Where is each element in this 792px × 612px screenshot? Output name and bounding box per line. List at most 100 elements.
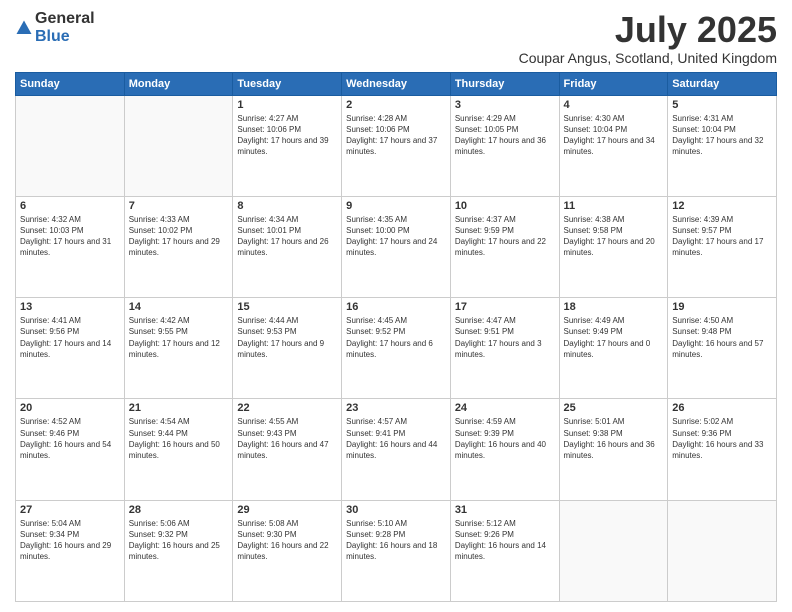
calendar-cell: 29 Sunrise: 5:08 AM Sunset: 9:30 PM Dayli… bbox=[233, 500, 342, 601]
day-number: 19 bbox=[672, 301, 772, 313]
day-info: Sunrise: 4:28 AM Sunset: 10:06 PM Daylig… bbox=[346, 113, 446, 158]
day-number: 24 bbox=[455, 402, 555, 414]
day-number: 21 bbox=[129, 402, 229, 414]
day-info: Sunrise: 5:12 AM Sunset: 9:26 PM Dayligh… bbox=[455, 518, 555, 563]
calendar-cell: 25 Sunrise: 5:01 AM Sunset: 9:38 PM Dayli… bbox=[559, 399, 668, 500]
col-header-thursday: Thursday bbox=[450, 72, 559, 95]
calendar-cell bbox=[124, 95, 233, 196]
day-number: 28 bbox=[129, 504, 229, 516]
day-info: Sunrise: 5:04 AM Sunset: 9:34 PM Dayligh… bbox=[20, 518, 120, 563]
calendar-cell: 8Sunrise: 4:34 AM Sunset: 10:01 PM Dayli… bbox=[233, 196, 342, 297]
calendar-cell: 16Sunrise: 4:45 AM Sunset: 9:52 PM Dayli… bbox=[342, 298, 451, 399]
day-number: 12 bbox=[672, 200, 772, 212]
day-info: Sunrise: 4:30 AM Sunset: 10:04 PM Daylig… bbox=[564, 113, 664, 158]
calendar-header-row: SundayMondayTuesdayWednesdayThursdayFrid… bbox=[16, 72, 777, 95]
month-title: July 2025 bbox=[519, 10, 777, 50]
day-number: 2 bbox=[346, 99, 446, 111]
day-info: Sunrise: 5:06 AM Sunset: 9:32 PM Dayligh… bbox=[129, 518, 229, 563]
calendar-cell: 13 Sunrise: 4:41 AM Sunset: 9:56 PM Dayli… bbox=[16, 298, 125, 399]
day-info: Sunrise: 4:59 AM Sunset: 9:39 PM Dayligh… bbox=[455, 416, 555, 461]
day-number: 17 bbox=[455, 301, 555, 313]
calendar-cell: 15 Sunrise: 4:44 AM Sunset: 9:53 PM Dayli… bbox=[233, 298, 342, 399]
day-info: Sunrise: 4:49 AM Sunset: 9:49 PM Dayligh… bbox=[564, 315, 664, 360]
day-info: Sunrise: 5:01 AM Sunset: 9:38 PM Dayligh… bbox=[564, 416, 664, 461]
day-number: 1 bbox=[237, 99, 337, 111]
col-header-sunday: Sunday bbox=[16, 72, 125, 95]
col-header-wednesday: Wednesday bbox=[342, 72, 451, 95]
calendar-cell: 5Sunrise: 4:31 AM Sunset: 10:04 PM Dayli… bbox=[668, 95, 777, 196]
day-info: Sunrise: 4:44 AM Sunset: 9:53 PM Dayligh… bbox=[237, 315, 337, 360]
day-number: 18 bbox=[564, 301, 664, 313]
day-info: Sunrise: 4:38 AM Sunset: 9:58 PM Dayligh… bbox=[564, 214, 664, 259]
day-info: Sunrise: 4:27 AM Sunset: 10:06 PM Daylig… bbox=[237, 113, 337, 158]
day-info: Sunrise: 4:45 AM Sunset: 9:52 PM Dayligh… bbox=[346, 315, 446, 360]
day-info: Sunrise: 4:33 AM Sunset: 10:02 PM Daylig… bbox=[129, 214, 229, 259]
day-number: 13 bbox=[20, 301, 120, 313]
day-number: 7 bbox=[129, 200, 229, 212]
calendar-cell: 6 Sunrise: 4:32 AM Sunset: 10:03 PM Dayli… bbox=[16, 196, 125, 297]
logo-general: General bbox=[35, 10, 95, 28]
calendar-cell: 1 Sunrise: 4:27 AM Sunset: 10:06 PM Dayli… bbox=[233, 95, 342, 196]
calendar-cell: 12Sunrise: 4:39 AM Sunset: 9:57 PM Dayli… bbox=[668, 196, 777, 297]
calendar-cell: 11Sunrise: 4:38 AM Sunset: 9:58 PM Dayli… bbox=[559, 196, 668, 297]
calendar-week-4: 20 Sunrise: 4:52 AM Sunset: 9:46 PM Dayli… bbox=[16, 399, 777, 500]
logo: General Blue bbox=[15, 10, 95, 45]
calendar-week-5: 27Sunrise: 5:04 AM Sunset: 9:34 PM Dayli… bbox=[16, 500, 777, 601]
calendar-week-1: 1 Sunrise: 4:27 AM Sunset: 10:06 PM Dayli… bbox=[16, 95, 777, 196]
calendar-week-2: 6 Sunrise: 4:32 AM Sunset: 10:03 PM Dayli… bbox=[16, 196, 777, 297]
calendar-cell: 24 Sunrise: 4:59 AM Sunset: 9:39 PM Dayli… bbox=[450, 399, 559, 500]
day-info: Sunrise: 5:10 AM Sunset: 9:28 PM Dayligh… bbox=[346, 518, 446, 563]
day-info: Sunrise: 4:57 AM Sunset: 9:41 PM Dayligh… bbox=[346, 416, 446, 461]
day-number: 29 bbox=[237, 504, 337, 516]
calendar-cell bbox=[16, 95, 125, 196]
day-info: Sunrise: 4:32 AM Sunset: 10:03 PM Daylig… bbox=[20, 214, 120, 259]
day-number: 22 bbox=[237, 402, 337, 414]
day-info: Sunrise: 4:41 AM Sunset: 9:56 PM Dayligh… bbox=[20, 315, 120, 360]
header: General Blue July 2025 Coupar Angus, Sco… bbox=[15, 10, 777, 66]
day-info: Sunrise: 5:08 AM Sunset: 9:30 PM Dayligh… bbox=[237, 518, 337, 563]
day-info: Sunrise: 4:52 AM Sunset: 9:46 PM Dayligh… bbox=[20, 416, 120, 461]
day-number: 31 bbox=[455, 504, 555, 516]
col-header-monday: Monday bbox=[124, 72, 233, 95]
location-subtitle: Coupar Angus, Scotland, United Kingdom bbox=[519, 50, 777, 66]
calendar-cell: 18 Sunrise: 4:49 AM Sunset: 9:49 PM Dayli… bbox=[559, 298, 668, 399]
day-info: Sunrise: 4:50 AM Sunset: 9:48 PM Dayligh… bbox=[672, 315, 772, 360]
day-number: 14 bbox=[129, 301, 229, 313]
day-number: 3 bbox=[455, 99, 555, 111]
day-info: Sunrise: 4:47 AM Sunset: 9:51 PM Dayligh… bbox=[455, 315, 555, 360]
calendar-cell bbox=[559, 500, 668, 601]
logo-text: General Blue bbox=[35, 10, 95, 45]
calendar-cell: 10Sunrise: 4:37 AM Sunset: 9:59 PM Dayli… bbox=[450, 196, 559, 297]
day-number: 23 bbox=[346, 402, 446, 414]
day-number: 25 bbox=[564, 402, 664, 414]
col-header-tuesday: Tuesday bbox=[233, 72, 342, 95]
calendar-cell: 20 Sunrise: 4:52 AM Sunset: 9:46 PM Dayli… bbox=[16, 399, 125, 500]
day-info: Sunrise: 4:42 AM Sunset: 9:55 PM Dayligh… bbox=[129, 315, 229, 360]
day-info: Sunrise: 4:31 AM Sunset: 10:04 PM Daylig… bbox=[672, 113, 772, 158]
calendar-cell: 30 Sunrise: 5:10 AM Sunset: 9:28 PM Dayli… bbox=[342, 500, 451, 601]
calendar-cell: 21 Sunrise: 4:54 AM Sunset: 9:44 PM Dayli… bbox=[124, 399, 233, 500]
day-info: Sunrise: 5:02 AM Sunset: 9:36 PM Dayligh… bbox=[672, 416, 772, 461]
day-number: 20 bbox=[20, 402, 120, 414]
calendar-cell: 4Sunrise: 4:30 AM Sunset: 10:04 PM Dayli… bbox=[559, 95, 668, 196]
calendar-cell: 28 Sunrise: 5:06 AM Sunset: 9:32 PM Dayli… bbox=[124, 500, 233, 601]
calendar-cell: 9Sunrise: 4:35 AM Sunset: 10:00 PM Dayli… bbox=[342, 196, 451, 297]
calendar-cell: 27Sunrise: 5:04 AM Sunset: 9:34 PM Dayli… bbox=[16, 500, 125, 601]
logo-blue: Blue bbox=[35, 28, 95, 46]
page: General Blue July 2025 Coupar Angus, Sco… bbox=[0, 0, 792, 612]
day-info: Sunrise: 4:37 AM Sunset: 9:59 PM Dayligh… bbox=[455, 214, 555, 259]
logo-icon bbox=[15, 19, 33, 37]
calendar-cell: 17 Sunrise: 4:47 AM Sunset: 9:51 PM Dayli… bbox=[450, 298, 559, 399]
day-number: 30 bbox=[346, 504, 446, 516]
calendar-cell: 23 Sunrise: 4:57 AM Sunset: 9:41 PM Dayli… bbox=[342, 399, 451, 500]
calendar-cell: 7 Sunrise: 4:33 AM Sunset: 10:02 PM Dayli… bbox=[124, 196, 233, 297]
day-number: 15 bbox=[237, 301, 337, 313]
calendar-cell: 3 Sunrise: 4:29 AM Sunset: 10:05 PM Dayli… bbox=[450, 95, 559, 196]
day-info: Sunrise: 4:29 AM Sunset: 10:05 PM Daylig… bbox=[455, 113, 555, 158]
calendar-cell: 2 Sunrise: 4:28 AM Sunset: 10:06 PM Dayli… bbox=[342, 95, 451, 196]
day-number: 26 bbox=[672, 402, 772, 414]
day-info: Sunrise: 4:54 AM Sunset: 9:44 PM Dayligh… bbox=[129, 416, 229, 461]
day-info: Sunrise: 4:34 AM Sunset: 10:01 PM Daylig… bbox=[237, 214, 337, 259]
col-header-friday: Friday bbox=[559, 72, 668, 95]
day-number: 6 bbox=[20, 200, 120, 212]
